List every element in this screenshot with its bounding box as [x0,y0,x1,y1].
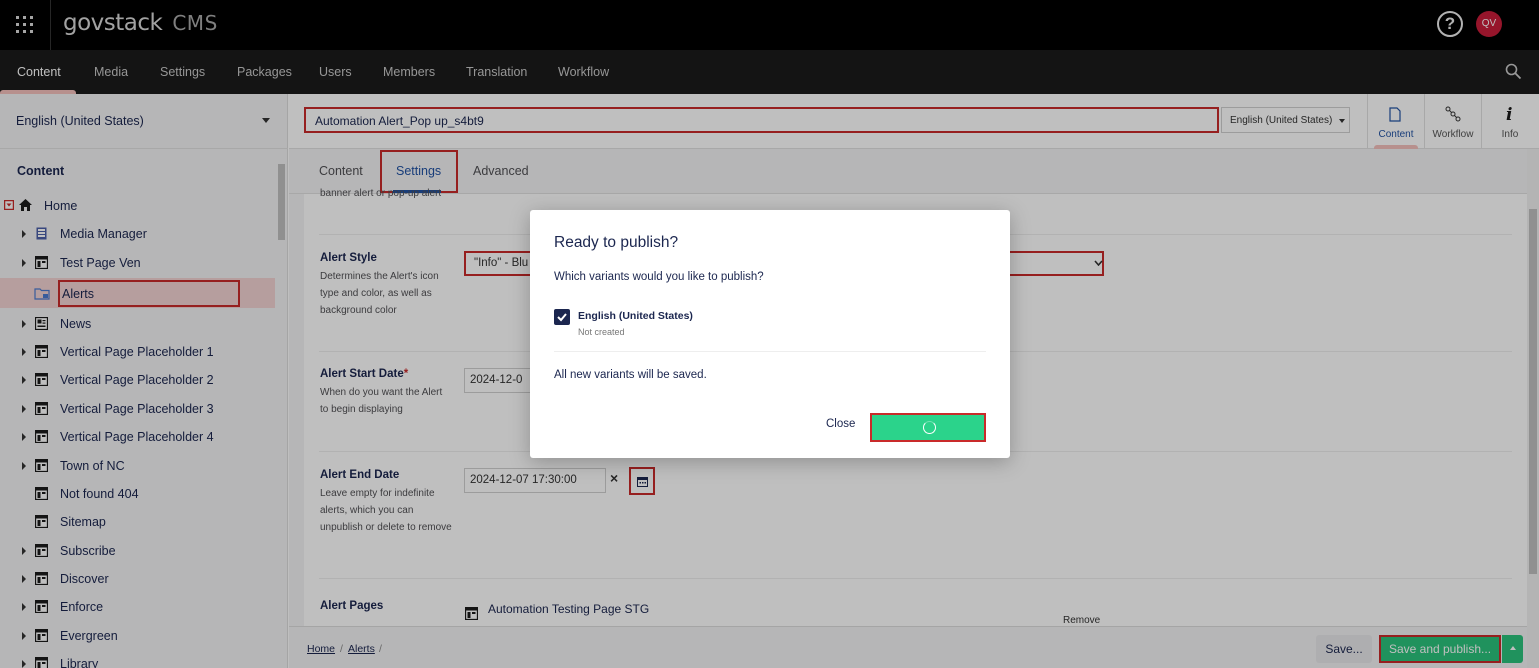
dialog-note: All new variants will be saved. [554,369,707,381]
dialog-question: Which variants would you like to publish… [554,271,764,283]
loading-spinner-icon [923,421,936,434]
variant-status: Not created [578,327,625,337]
publish-dialog: Ready to publish? Which variants would y… [530,210,1010,458]
checkmark-icon [557,313,567,322]
dialog-title: Ready to publish? [554,234,679,251]
variant-name: English (United States) [578,310,693,322]
publish-button[interactable] [870,413,986,442]
divider [554,351,986,352]
variant-checkbox[interactable] [554,309,570,325]
close-button[interactable]: Close [826,418,855,430]
